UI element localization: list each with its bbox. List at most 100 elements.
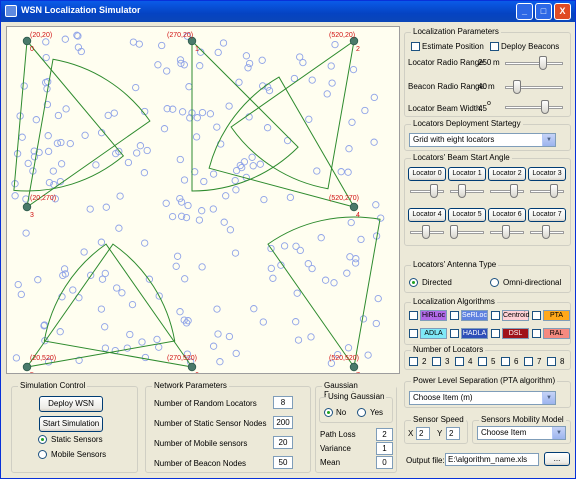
directed-label: Directed [422, 278, 452, 287]
algorithm-checkbox-6[interactable] [491, 329, 500, 338]
locator-button-0[interactable]: Locator 0 [408, 167, 446, 181]
power-level-group: Power Level Separation (PTA algorithm) C… [404, 376, 571, 408]
num-locators-checkbox-4[interactable] [455, 357, 464, 366]
gaussian-param-input[interactable]: 0 [376, 456, 393, 469]
sensor-node [44, 132, 52, 140]
locator-angle-slider-4[interactable] [410, 224, 444, 240]
sensor-node [180, 176, 189, 184]
locator-button-5[interactable]: Locator 5 [448, 208, 486, 222]
output-file-input[interactable]: E:\algorithm_name.xls [445, 453, 539, 466]
sensor-node [49, 167, 57, 175]
sensor-node [143, 146, 151, 155]
minimize-button[interactable]: _ [516, 3, 533, 20]
sensor-node [20, 82, 28, 90]
algorithm-checkbox-5[interactable] [450, 329, 459, 338]
network-param-label: Number of Beacon Nodes [154, 459, 247, 468]
locator-button-6[interactable]: Locator 6 [488, 208, 526, 222]
locator-angle-slider-6[interactable] [490, 224, 524, 240]
locator-angle-slider-5[interactable] [450, 224, 484, 240]
start-simulation-button[interactable]: Start Simulation [39, 416, 103, 432]
directed-radio[interactable] [409, 278, 418, 287]
num-locators-checkbox-5[interactable] [478, 357, 487, 366]
speed-y-input[interactable]: 2 [446, 427, 460, 440]
gaussian-yes-radio[interactable] [357, 408, 366, 417]
locator-angle-slider-1[interactable] [450, 183, 484, 199]
algorithm-checkbox-7[interactable] [532, 329, 541, 338]
sensor-node [22, 229, 30, 237]
beacon-radio-range-slider[interactable] [505, 79, 563, 95]
gaussian-param-label: Mean [320, 458, 341, 467]
sensor-node [222, 192, 230, 200]
sensor-node [231, 249, 240, 257]
network-param-input[interactable]: 20 [273, 436, 293, 449]
gaussian-param-input[interactable]: 1 [376, 442, 393, 455]
sensor-node [345, 145, 353, 153]
locator-button-4[interactable]: Locator 4 [408, 208, 446, 222]
locator-button-7[interactable]: Locator 7 [528, 208, 566, 222]
estimate-position-checkbox[interactable] [411, 42, 420, 51]
num-locators-checkbox-7[interactable] [524, 357, 533, 366]
sensor-node [304, 260, 312, 268]
sensor-node [12, 354, 21, 362]
num-locators-checkbox-6[interactable] [501, 357, 510, 366]
algorithm-label-3: PTA [543, 310, 570, 321]
close-button[interactable]: X [554, 3, 571, 20]
sensor-node [42, 53, 50, 62]
gaussian-param-input[interactable]: 2 [376, 428, 393, 441]
speed-x-input[interactable]: 2 [416, 427, 430, 440]
network-param-input[interactable]: 50 [273, 456, 293, 469]
chevron-down-icon: ▼ [542, 134, 555, 146]
num-locators-checkbox-2[interactable] [409, 357, 418, 366]
num-locators-checkbox-8[interactable] [547, 357, 556, 366]
mobility-model-select[interactable]: Choose Item ▼ [477, 426, 566, 440]
network-param-input[interactable]: 8 [273, 396, 293, 409]
mobility-model-value: Choose Item [481, 428, 527, 437]
num-locators-checkbox-3[interactable] [432, 357, 441, 366]
network-param-input[interactable]: 200 [273, 416, 293, 429]
deploy-beacons-checkbox[interactable] [490, 42, 499, 51]
locator-radio-range-label: Locator Radio Range: [408, 58, 486, 67]
sensor-node [213, 123, 221, 131]
sensor-node [163, 67, 171, 75]
locator-radio-range-slider[interactable] [505, 55, 563, 71]
sensor-node [327, 62, 335, 70]
sensor-node [80, 248, 88, 256]
algorithm-checkbox-0[interactable] [409, 311, 418, 320]
mobile-sensors-radio[interactable] [38, 450, 47, 459]
network-field: (20,20) 0 (270,20)1 (520,20)2 (20,270) 3 (520,… [11, 31, 385, 373]
beacon-radio-range-label: Beacon Radio Range: [408, 82, 487, 91]
locator-button-1[interactable]: Locator 1 [448, 167, 486, 181]
simulation-canvas[interactable]: (20,20) 0 (270,20) 1 (520,20) 2 (20,270) 3 (520,… [6, 26, 400, 374]
algorithm-checkbox-1[interactable] [450, 311, 459, 320]
sensor-node [184, 317, 192, 325]
algorithm-checkbox-2[interactable] [491, 311, 500, 320]
algorithm-checkbox-4[interactable] [409, 329, 418, 338]
sensor-node [168, 212, 177, 221]
locator-angle-slider-2[interactable] [490, 183, 524, 199]
algorithm-label-7: RAL [543, 328, 570, 339]
sensor-node [44, 147, 53, 156]
deployment-strategy-select[interactable]: Grid with eight locators ▼ [409, 133, 556, 147]
maximize-button[interactable]: □ [535, 3, 552, 20]
algorithm-checkbox-3[interactable] [532, 311, 541, 320]
static-sensors-radio[interactable] [38, 435, 47, 444]
locator-angle-slider-3[interactable] [530, 183, 564, 199]
gaussian-no-radio[interactable] [324, 408, 333, 417]
sensor-node [181, 275, 189, 283]
locator-button-2[interactable]: Locator 2 [488, 167, 526, 181]
sensor-node [292, 242, 300, 250]
mobility-model-group: Sensors Mobility Model Choose Item ▼ [472, 415, 571, 444]
browse-button[interactable]: ... [544, 452, 570, 466]
sensor-node [214, 330, 222, 338]
num-locators-label: 5 [491, 357, 496, 366]
algorithm-label-2: Centroid [502, 310, 530, 321]
group-title: Localization Parameters [411, 27, 501, 36]
locator-angle-slider-0[interactable] [410, 183, 444, 199]
locator-angle-slider-7[interactable] [530, 224, 564, 240]
sensor-node [220, 218, 228, 226]
power-level-select[interactable]: Choose Item (m) ▼ [409, 391, 556, 405]
deploy-wsn-button[interactable]: Deploy WSN [39, 396, 103, 412]
locator-button-3[interactable]: Locator 3 [528, 167, 566, 181]
beam-width-slider[interactable] [505, 99, 563, 115]
omni-directional-radio[interactable] [490, 278, 499, 287]
